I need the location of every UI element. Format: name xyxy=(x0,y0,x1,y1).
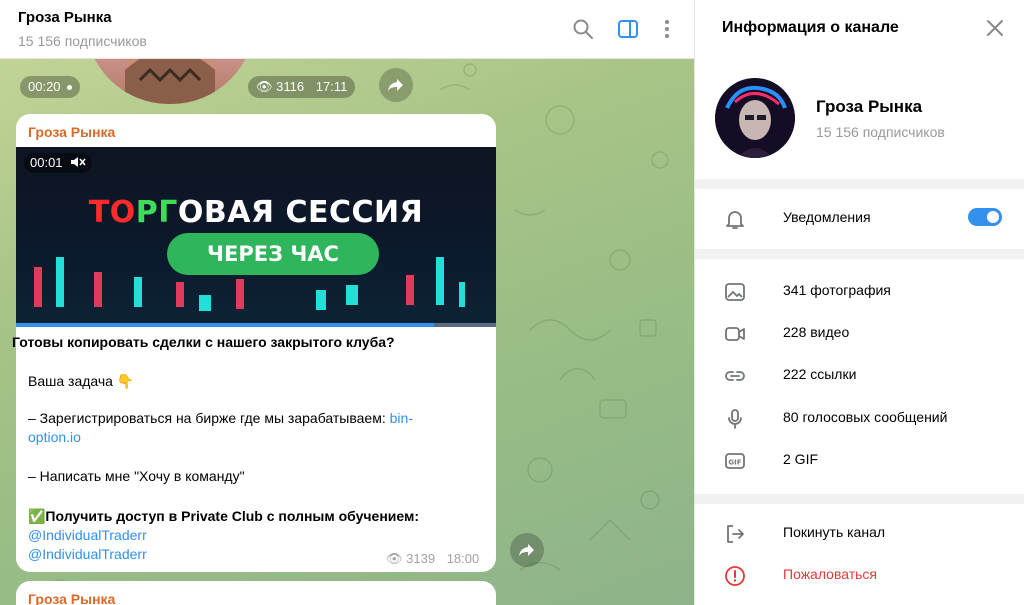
message-line-2: Ваша задача 👇 xyxy=(28,373,135,389)
muted-icon[interactable] xyxy=(70,156,86,168)
media-links-label: 222 ссылки xyxy=(783,366,857,382)
channel-info-panel: Информация о канале Гроза Рынка 15 156 п… xyxy=(694,0,1024,605)
close-icon[interactable] xyxy=(985,18,1005,38)
report-row[interactable]: Пожаловаться xyxy=(695,554,1024,596)
message-line-5: ✅Получить доступ в Private Club с полным… xyxy=(28,508,420,524)
chat-subscribers: 15 156 подписчиков xyxy=(18,33,147,49)
chart-candle xyxy=(236,279,244,309)
message-line-3: – Зарегистрироваться на бирже где мы зар… xyxy=(28,409,458,447)
link-icon xyxy=(725,371,745,381)
message-sender[interactable]: Гроза Рынка xyxy=(28,124,115,140)
video-timer: 00:01 xyxy=(24,153,93,173)
video-badge: ЧЕРЕЗ ЧАС xyxy=(167,233,379,275)
chart-candle xyxy=(94,272,102,307)
playing-dot-icon xyxy=(67,85,73,91)
prev-message-meta: 👁 3116 17:11 xyxy=(248,76,356,98)
section-divider xyxy=(695,249,1024,259)
prev-views: 3116 xyxy=(276,79,305,94)
sidebar-toggle-icon[interactable] xyxy=(617,18,639,40)
leave-channel-row[interactable]: Покинуть канал xyxy=(695,512,1024,554)
notifications-label: Уведомления xyxy=(783,209,871,225)
views-icon: 👁 xyxy=(256,79,273,94)
leave-channel-label: Покинуть канал xyxy=(783,524,886,540)
chat-header: Гроза Рынка 15 156 подписчиков xyxy=(0,0,694,59)
video-preview[interactable]: ТОРГОВАЯ СЕССИЯ ЧЕРЕЗ ЧАС 00:01 xyxy=(16,147,496,327)
username-link-2[interactable]: @IndividualTraderr xyxy=(28,545,147,564)
media-videos-label: 228 видео xyxy=(783,324,850,340)
toggle-knob xyxy=(985,209,1001,225)
report-label: Пожаловаться xyxy=(783,566,878,582)
more-vertical-icon[interactable] xyxy=(656,18,678,40)
chart-candle xyxy=(436,257,444,305)
warning-icon xyxy=(725,566,745,586)
notifications-toggle[interactable] xyxy=(968,208,1002,226)
media-links-row[interactable]: 222 ссылки xyxy=(695,354,1024,396)
channel-avatar[interactable] xyxy=(715,78,795,158)
video-progress-fill xyxy=(16,323,434,327)
forward-icon xyxy=(519,544,534,556)
message-line-4: – Написать мне "Хочу в команду" xyxy=(28,468,245,484)
bell-icon xyxy=(726,211,744,229)
chart-candle xyxy=(176,282,184,307)
chart-candle xyxy=(199,295,211,311)
message-views: 3139 xyxy=(406,551,436,566)
forward-icon xyxy=(388,79,403,91)
channel-subscribers: 15 156 подписчиков xyxy=(816,124,945,140)
media-voice-row[interactable]: 80 голосовых сообщений xyxy=(695,397,1024,439)
info-panel-title: Информация о канале xyxy=(722,19,899,36)
video-title-green: РГ xyxy=(135,195,178,230)
message-meta: 👁 3139 18:00 xyxy=(386,551,479,567)
microphone-icon xyxy=(728,409,742,429)
media-gif-row[interactable]: GIF 2 GIF xyxy=(695,439,1024,481)
search-icon[interactable] xyxy=(572,18,594,40)
forward-button-prev[interactable] xyxy=(379,68,413,102)
message-line-3-text: – Зарегистрироваться на бирже где мы зар… xyxy=(28,410,390,426)
message-line-1: Готовы копировать сделки с нашего закрыт… xyxy=(12,334,395,350)
username-link-1[interactable]: @IndividualTraderr xyxy=(28,526,147,545)
section-divider xyxy=(695,494,1024,504)
message-time: 18:00 xyxy=(446,551,480,566)
views-icon: 👁 xyxy=(386,551,403,566)
video-progress-track[interactable] xyxy=(16,323,496,327)
media-photos-label: 341 фотография xyxy=(783,282,891,298)
channel-name: Гроза Рынка xyxy=(816,97,923,116)
video-timer-text: 00:01 xyxy=(30,155,63,170)
round-video-duration: 00:20 xyxy=(20,76,81,98)
chart-candle xyxy=(459,282,465,307)
chart-candle xyxy=(134,277,142,307)
photo-icon xyxy=(725,283,745,301)
prev-time: 17:11 xyxy=(315,79,348,94)
video-title: ТОРГОВАЯ СЕССИЯ xyxy=(16,195,496,230)
video-title-rest: ОВАЯ СЕССИЯ xyxy=(177,195,424,230)
chat-title[interactable]: Гроза Рынка xyxy=(18,9,112,26)
svg-text:GIF: GIF xyxy=(728,459,741,467)
next-message-sender[interactable]: Гроза Рынка xyxy=(28,591,115,605)
media-videos-row[interactable]: 228 видео xyxy=(695,312,1024,354)
section-divider xyxy=(695,179,1024,189)
chart-candle xyxy=(34,267,42,307)
chat-pane: Гроза Рынка 15 156 подписчиков 00:20 👁 3… xyxy=(0,0,694,605)
video-icon xyxy=(725,327,745,341)
gif-icon: GIF xyxy=(725,453,745,469)
media-voice-label: 80 голосовых сообщений xyxy=(783,409,948,425)
chart-candle xyxy=(346,285,358,305)
chart-candle xyxy=(316,290,326,310)
chart-candle xyxy=(406,275,414,305)
media-photos-row[interactable]: 341 фотография xyxy=(695,270,1024,312)
video-title-red: ТО xyxy=(88,195,136,230)
chart-candle xyxy=(56,257,64,307)
media-gif-label: 2 GIF xyxy=(783,451,819,467)
round-video-duration-text: 00:20 xyxy=(28,79,61,94)
leave-icon xyxy=(727,525,744,543)
channel-avatar-image xyxy=(715,78,795,158)
forward-button[interactable] xyxy=(510,533,544,567)
